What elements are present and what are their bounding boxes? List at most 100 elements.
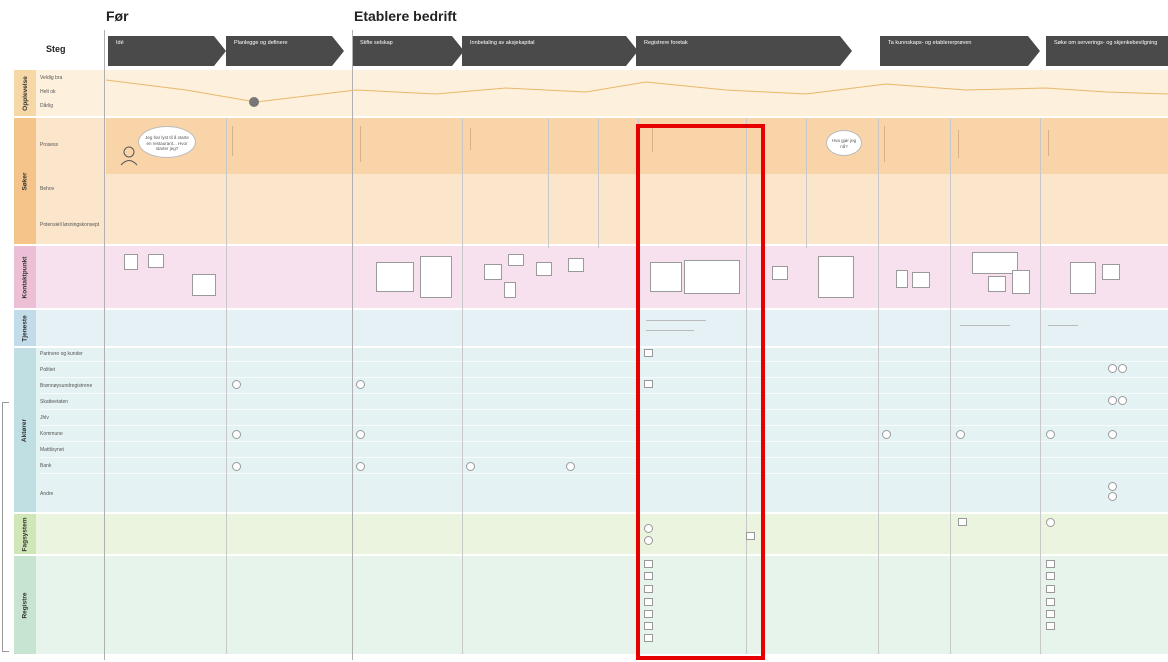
step-label: Innbetaling av aksjekapital — [470, 40, 535, 46]
row-label: Helt ok — [40, 89, 56, 95]
row-label: Jhlv — [40, 415, 49, 421]
actor-marker — [466, 462, 475, 471]
building-sketch — [484, 264, 502, 280]
row-label: Partnere og kunder — [40, 351, 83, 357]
register-marker — [1046, 572, 1055, 580]
row-label: Mattilsynet — [40, 447, 64, 453]
actor-marker — [956, 430, 965, 439]
step-arrow: Idé — [108, 36, 226, 66]
row-label: Bank — [40, 463, 52, 469]
phone-sketch — [896, 270, 908, 288]
actor-marker — [232, 462, 241, 471]
step-label: Registrere foretak — [644, 40, 688, 46]
actor-marker — [1108, 482, 1117, 491]
row-label: Veldig bra — [40, 75, 63, 81]
speech-bubble: Hva gjør jeg nå? — [826, 130, 862, 156]
actor-marker — [232, 380, 241, 389]
actor-marker — [356, 380, 365, 389]
experience-curve — [106, 79, 1168, 103]
row-label: Potensiell løsningskonsept — [40, 222, 100, 228]
system-marker — [958, 518, 967, 526]
highlight-box — [636, 124, 765, 660]
band-aktorer — [14, 348, 1168, 512]
step-arrow: Registrere foretak — [636, 36, 852, 66]
row-label: Prosess — [40, 142, 59, 148]
row-label: Brønnøysundregistrene — [40, 383, 93, 389]
step-label: Ta kunnskaps- og etablererprøven — [888, 40, 972, 46]
row-label: Andre — [40, 491, 54, 497]
screen-sketch — [912, 272, 930, 288]
document-sketch — [1070, 262, 1096, 294]
document-sketch — [192, 274, 216, 296]
band-label: Opplevelse — [21, 75, 29, 111]
step-arrow: Søke om serverings- og skjenkebevilgning — [1046, 36, 1168, 66]
row-label: Behov — [40, 186, 55, 192]
band-label: Aktører — [21, 418, 29, 442]
register-marker — [1046, 560, 1055, 568]
step-arrow: Ta kunnskaps- og etablererprøven — [880, 36, 1040, 66]
band-label: Tjeneste — [21, 314, 29, 342]
step-arrow: Stifte selskap — [352, 36, 464, 66]
register-marker — [1046, 622, 1055, 630]
step-label: Stifte selskap — [360, 40, 393, 46]
band-fagsystem — [14, 514, 1168, 554]
register-marker — [1046, 585, 1055, 593]
actor-marker — [1118, 396, 1127, 405]
row-label: Dårlig — [40, 103, 54, 109]
actor-marker — [1108, 364, 1117, 373]
actor-marker — [356, 430, 365, 439]
screen-sketch — [536, 262, 552, 276]
actor-marker — [882, 430, 891, 439]
mail-sketch — [508, 254, 524, 266]
screen-sketch — [568, 258, 584, 272]
document-sketch — [420, 256, 452, 298]
left-bracket — [2, 402, 9, 652]
process-note — [1048, 130, 1149, 156]
process-note — [232, 126, 323, 156]
person-icon — [120, 146, 138, 166]
step-arrow: Planlegge og definere — [226, 36, 344, 66]
building-sketch — [148, 254, 164, 268]
actor-marker — [1108, 492, 1117, 501]
screen-sketch — [1102, 264, 1120, 280]
step-arrow: Innbetaling av aksjekapital — [462, 36, 638, 66]
actor-marker — [1108, 396, 1117, 405]
process-note — [470, 128, 541, 150]
actor-marker — [232, 430, 241, 439]
band-label: Registre — [21, 591, 29, 619]
phone-sketch — [504, 282, 516, 298]
screen-sketch — [376, 262, 414, 292]
experience-marker — [249, 97, 259, 107]
process-note — [884, 126, 945, 162]
actor-marker — [1108, 430, 1117, 439]
screen-sketch — [772, 266, 788, 280]
step-label: Planlegge og definere — [234, 40, 288, 46]
actor-marker — [1118, 364, 1127, 373]
step-label: Søke om serverings- og skjenkebevilgning — [1054, 40, 1158, 46]
actor-marker — [566, 462, 575, 471]
band-label: Kontaktpunkt — [21, 256, 29, 298]
band-label: Fagsystem — [21, 517, 29, 551]
band-label: Søker — [21, 171, 29, 191]
register-marker — [1046, 598, 1055, 606]
actor-marker — [356, 462, 365, 471]
system-marker — [1046, 518, 1055, 527]
step-label: Idé — [116, 40, 124, 46]
phase-establish: Etablere bedrift — [354, 8, 457, 24]
document-sketch — [818, 256, 854, 298]
process-note — [360, 126, 451, 162]
process-note — [958, 130, 1029, 158]
register-marker — [1046, 610, 1055, 618]
actor-marker — [1046, 430, 1055, 439]
document-sketch — [1012, 270, 1030, 294]
row-label: Politiet — [40, 367, 56, 373]
phase-before: Før — [106, 8, 129, 24]
steg-label: Steg — [46, 44, 66, 54]
screen-sketch — [988, 276, 1006, 292]
band-tjeneste — [14, 310, 1168, 346]
row-label: Skatteetaten — [40, 399, 69, 405]
band-registre — [14, 556, 1168, 654]
row-label: Kommune — [40, 431, 63, 437]
document-sketch — [124, 254, 138, 270]
speech-bubble: Jeg har lyst til å starte en restaurant.… — [138, 126, 196, 158]
